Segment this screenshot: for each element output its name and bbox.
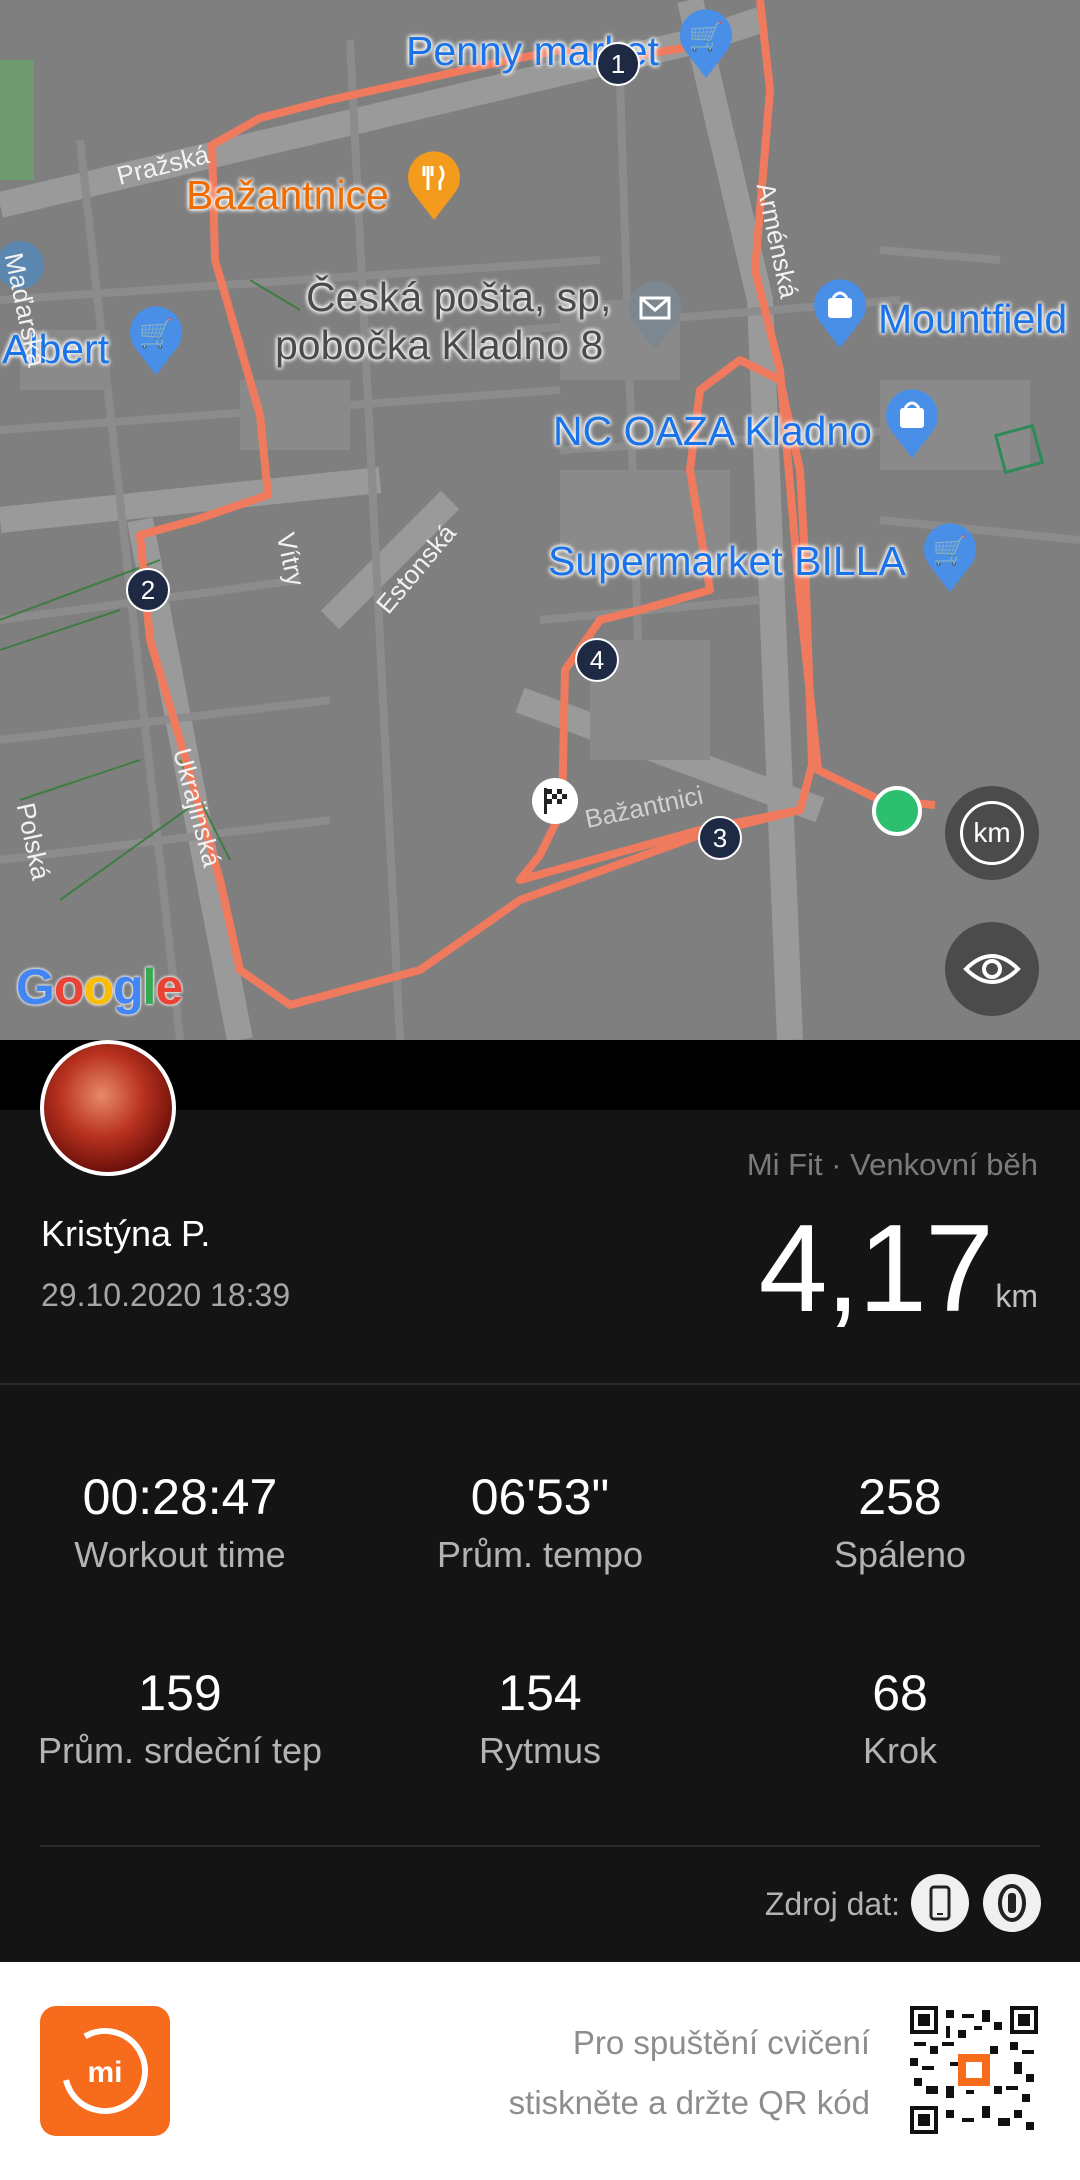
- km-marker-2[interactable]: 2: [126, 568, 170, 612]
- stat-label: Workout time: [74, 1534, 286, 1575]
- stat-avg-pace: 06'53" Prům. tempo: [360, 1468, 720, 1576]
- qr-instruction-line2: stiskněte a držte QR kód: [508, 2084, 870, 2121]
- stat-value: 159: [138, 1665, 222, 1721]
- qr-code[interactable]: [910, 2006, 1038, 2134]
- stat-value: 00:28:47: [82, 1469, 278, 1525]
- stat-workout-time: 00:28:47 Workout time: [0, 1468, 360, 1576]
- stat-label: Rytmus: [478, 1730, 601, 1771]
- stat-value: 06'53": [470, 1469, 610, 1525]
- start-point-icon[interactable]: [872, 786, 922, 836]
- avatar[interactable]: [40, 1040, 176, 1176]
- km-toggle-button[interactable]: km: [945, 786, 1039, 880]
- qr-instruction-line1: Pro spuštění cvičení: [572, 2024, 870, 2061]
- km-marker-1[interactable]: 1: [596, 42, 640, 86]
- stat-avg-heart-rate: 159 Prům. srdeční tep: [0, 1664, 360, 1772]
- km-marker-3[interactable]: 3: [698, 816, 742, 860]
- stat-label: Prům. srdeční tep: [37, 1730, 323, 1771]
- km-marker-4[interactable]: 4: [575, 638, 619, 682]
- stat-label: Spáleno: [833, 1534, 967, 1575]
- poi-mountfield[interactable]: Mountfield: [878, 296, 1067, 343]
- poi-ceska-posta-line2[interactable]: pobočka Kladno 8: [275, 322, 603, 369]
- stat-cadence: 154 Rytmus: [360, 1664, 720, 1772]
- distance-value: 4,17: [758, 1200, 994, 1338]
- mi-fit-logo-icon: mi: [40, 2006, 170, 2136]
- stat-stride: 68 Krok: [720, 1664, 1080, 1772]
- poi-nc-oaza[interactable]: NC OAZA Kladno: [553, 408, 872, 455]
- stat-label: Prům. tempo: [436, 1534, 644, 1575]
- svg-text:🛒: 🛒: [139, 317, 174, 350]
- visibility-button[interactable]: [945, 922, 1039, 1016]
- user-name: Kristýna P.: [41, 1213, 211, 1254]
- stat-value: 258: [858, 1469, 942, 1525]
- phone-source-icon[interactable]: [911, 1874, 969, 1932]
- divider: [40, 1845, 1040, 1847]
- stat-calories: 258 Spáleno: [720, 1468, 1080, 1576]
- workout-source: Mi Fit · Venkovní běh: [746, 1147, 1038, 1182]
- divider: [0, 1383, 1080, 1385]
- stat-value: 68: [872, 1665, 928, 1721]
- stat-label: Krok: [862, 1730, 938, 1771]
- svg-text:🛒: 🛒: [933, 534, 968, 567]
- restaurant-pin-icon[interactable]: [404, 150, 464, 222]
- distance-unit: km: [995, 1278, 1038, 1314]
- shopping-bag-pin-icon[interactable]: [882, 388, 942, 460]
- google-logo: Google: [16, 959, 183, 1015]
- poi-ceska-posta-line1[interactable]: Česká pošta, sp,: [306, 274, 611, 321]
- shopping-bag-pin-icon[interactable]: [810, 278, 870, 350]
- shopping-cart-pin-icon[interactable]: 🛒: [920, 522, 980, 594]
- shopping-cart-pin-icon[interactable]: 🛒: [676, 8, 736, 80]
- route-map[interactable]: Penny market 🛒 Bažantnice Česká pošta, s…: [0, 0, 1080, 1040]
- poi-billa[interactable]: Supermarket BILLA: [548, 538, 906, 585]
- svg-text:mi: mi: [87, 2056, 122, 2089]
- stat-value: 154: [498, 1665, 582, 1721]
- finish-flag-icon[interactable]: [532, 778, 578, 824]
- data-source-label: Zdroj dat:: [764, 1886, 900, 1922]
- km-toggle-label: km: [960, 801, 1024, 865]
- mail-pin-icon[interactable]: [625, 280, 685, 352]
- workout-datetime: 29.10.2020 18:39: [41, 1277, 291, 1313]
- eye-icon: [963, 954, 1021, 984]
- svg-text:🛒: 🛒: [689, 20, 724, 53]
- shopping-cart-pin-icon[interactable]: 🛒: [126, 305, 186, 377]
- poi-bazantnice[interactable]: Bažantnice: [186, 172, 389, 219]
- band-source-icon[interactable]: [983, 1874, 1041, 1932]
